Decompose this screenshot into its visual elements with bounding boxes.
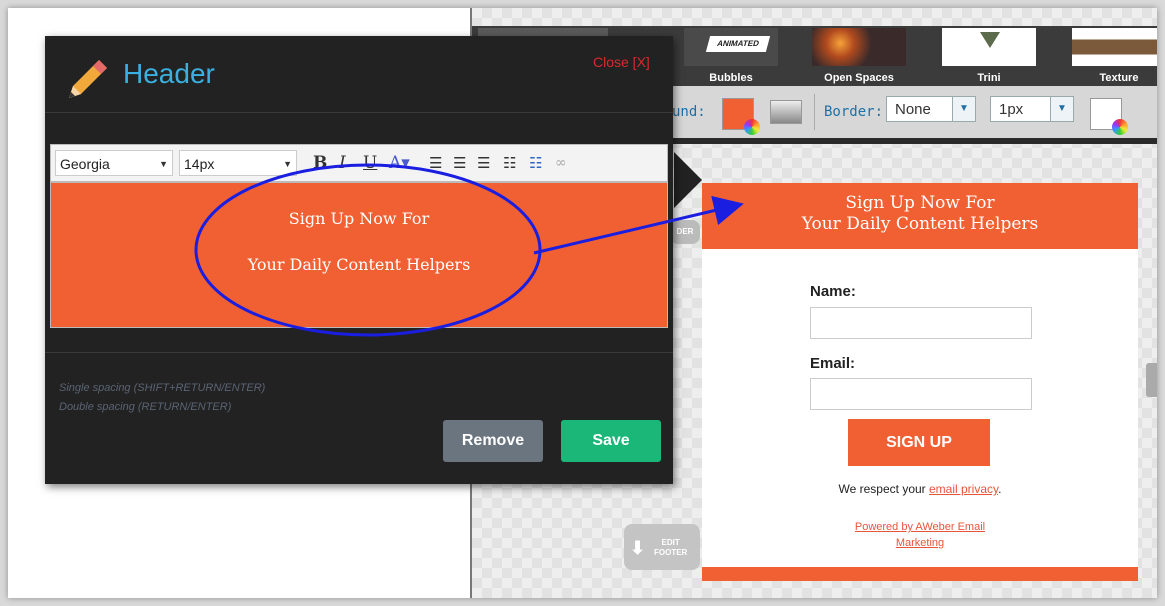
theme-thumbnail [812,28,906,66]
edit-footer-label: EDIT FOOTER [654,538,688,557]
align-right-icon[interactable]: ☰ [477,154,490,172]
form-header-banner[interactable]: Sign Up Now For Your Daily Content Helpe… [702,183,1138,249]
background-image-icon[interactable] [770,100,802,124]
down-arrow-icon: ▼ [952,97,975,121]
screenshot-frame: ANIMATED Bubbles Open Spaces Trini Textu… [8,8,1157,598]
email-input[interactable] [810,378,1032,410]
border-label: Border: [824,104,884,120]
modal-title: Header [123,58,215,89]
form-footer-bar [702,567,1138,581]
form-header-line1: Sign Up Now For [845,193,995,213]
italic-icon[interactable]: I [339,153,346,173]
modal-header: Header Close [X] [45,36,673,113]
font-family-select[interactable]: Georgia ▼ [55,150,173,176]
down-arrow-icon: ▼ [1050,97,1073,121]
theme-label: Open Spaces [824,72,894,84]
privacy-note: We respect your email privacy. [838,482,1002,496]
font-size-select[interactable]: 14px ▼ [179,150,297,176]
side-tab[interactable] [1146,363,1157,397]
theme-thumbnail [1072,28,1157,66]
color-wheel-icon[interactable] [744,119,760,135]
signup-form-preview: Sign Up Now For Your Daily Content Helpe… [702,183,1138,581]
down-arrow-icon: ▼ [159,159,168,169]
name-input[interactable] [810,307,1032,339]
separator [814,94,815,130]
theme-item-texture[interactable]: Texture [1064,26,1157,86]
background-label: und: [672,104,706,120]
border-width-select[interactable]: 1px ▼ [990,96,1074,122]
name-label: Name: [810,283,856,300]
color-wheel-icon[interactable] [1112,119,1128,135]
email-privacy-link[interactable]: email privacy [929,482,998,496]
email-label: Email: [810,355,856,372]
down-arrow-icon: ▼ [283,159,292,169]
pencil-icon [69,60,107,98]
theme-thumbnail: ANIMATED [684,28,778,66]
header-content-editor[interactable]: Sign Up Now For Your Daily Content Helpe… [50,182,668,328]
hint-double-spacing: Double spacing (RETURN/ENTER) [59,401,232,413]
align-center-icon[interactable]: ☰ [453,154,466,172]
underline-icon[interactable]: U [363,153,377,173]
theme-thumbnail [942,28,1036,66]
header-editor-modal: Header Close [X] Georgia ▼ 14px ▼ B I U A▾… [45,36,673,484]
link-icon[interactable]: ∞ [555,155,567,171]
powered-by-link[interactable]: Powered by AWeber Email Marketing [820,519,1020,551]
font-color-icon[interactable]: A▾ [389,153,410,173]
theme-item-trini[interactable]: Trini [934,26,1044,86]
rich-text-toolbar: Georgia ▼ 14px ▼ B I U A▾ ☰ ☰ ☰ ☷ ☷ ∞ [50,144,668,182]
animated-badge: ANIMATED [705,36,771,52]
theme-label: Trini [977,72,1001,84]
spacing-hints: Single spacing (SHIFT+RETURN/ENTER) Doub… [59,379,265,417]
theme-label: Bubbles [709,72,753,84]
content-line2: Your Daily Content Helpers [247,255,471,274]
content-line1: Sign Up Now For [288,209,430,228]
close-button[interactable]: Close [X] [593,54,650,70]
bold-icon[interactable]: B [313,153,327,173]
down-arrow-icon: ⬇ [630,538,646,558]
theme-label: Texture [1099,72,1139,84]
theme-item-bubbles[interactable]: ANIMATED Bubbles [676,26,786,86]
align-left-icon[interactable]: ☰ [429,154,442,172]
border-style-value: None [895,101,931,118]
hint-single-spacing: Single spacing (SHIFT+RETURN/ENTER) [59,382,266,394]
border-style-select[interactable]: None ▼ [886,96,976,122]
edit-footer-button[interactable]: ⬇ EDIT FOOTER [624,524,700,570]
bullet-list-icon[interactable]: ☷ [503,154,516,172]
form-header-line2: Your Daily Content Helpers [801,214,1039,234]
remove-button[interactable]: Remove [443,420,543,462]
border-width-value: 1px [999,101,1024,118]
divider [45,352,673,353]
pointer-arrow [674,152,702,208]
triangle-icon [980,32,1000,48]
theme-item-open-spaces[interactable]: Open Spaces [804,26,914,86]
edit-header-tag[interactable]: DER [670,220,700,244]
save-button[interactable]: Save [561,420,661,462]
numbered-list-icon[interactable]: ☷ [529,154,542,172]
sign-up-button[interactable]: SIGN UP [848,419,990,466]
